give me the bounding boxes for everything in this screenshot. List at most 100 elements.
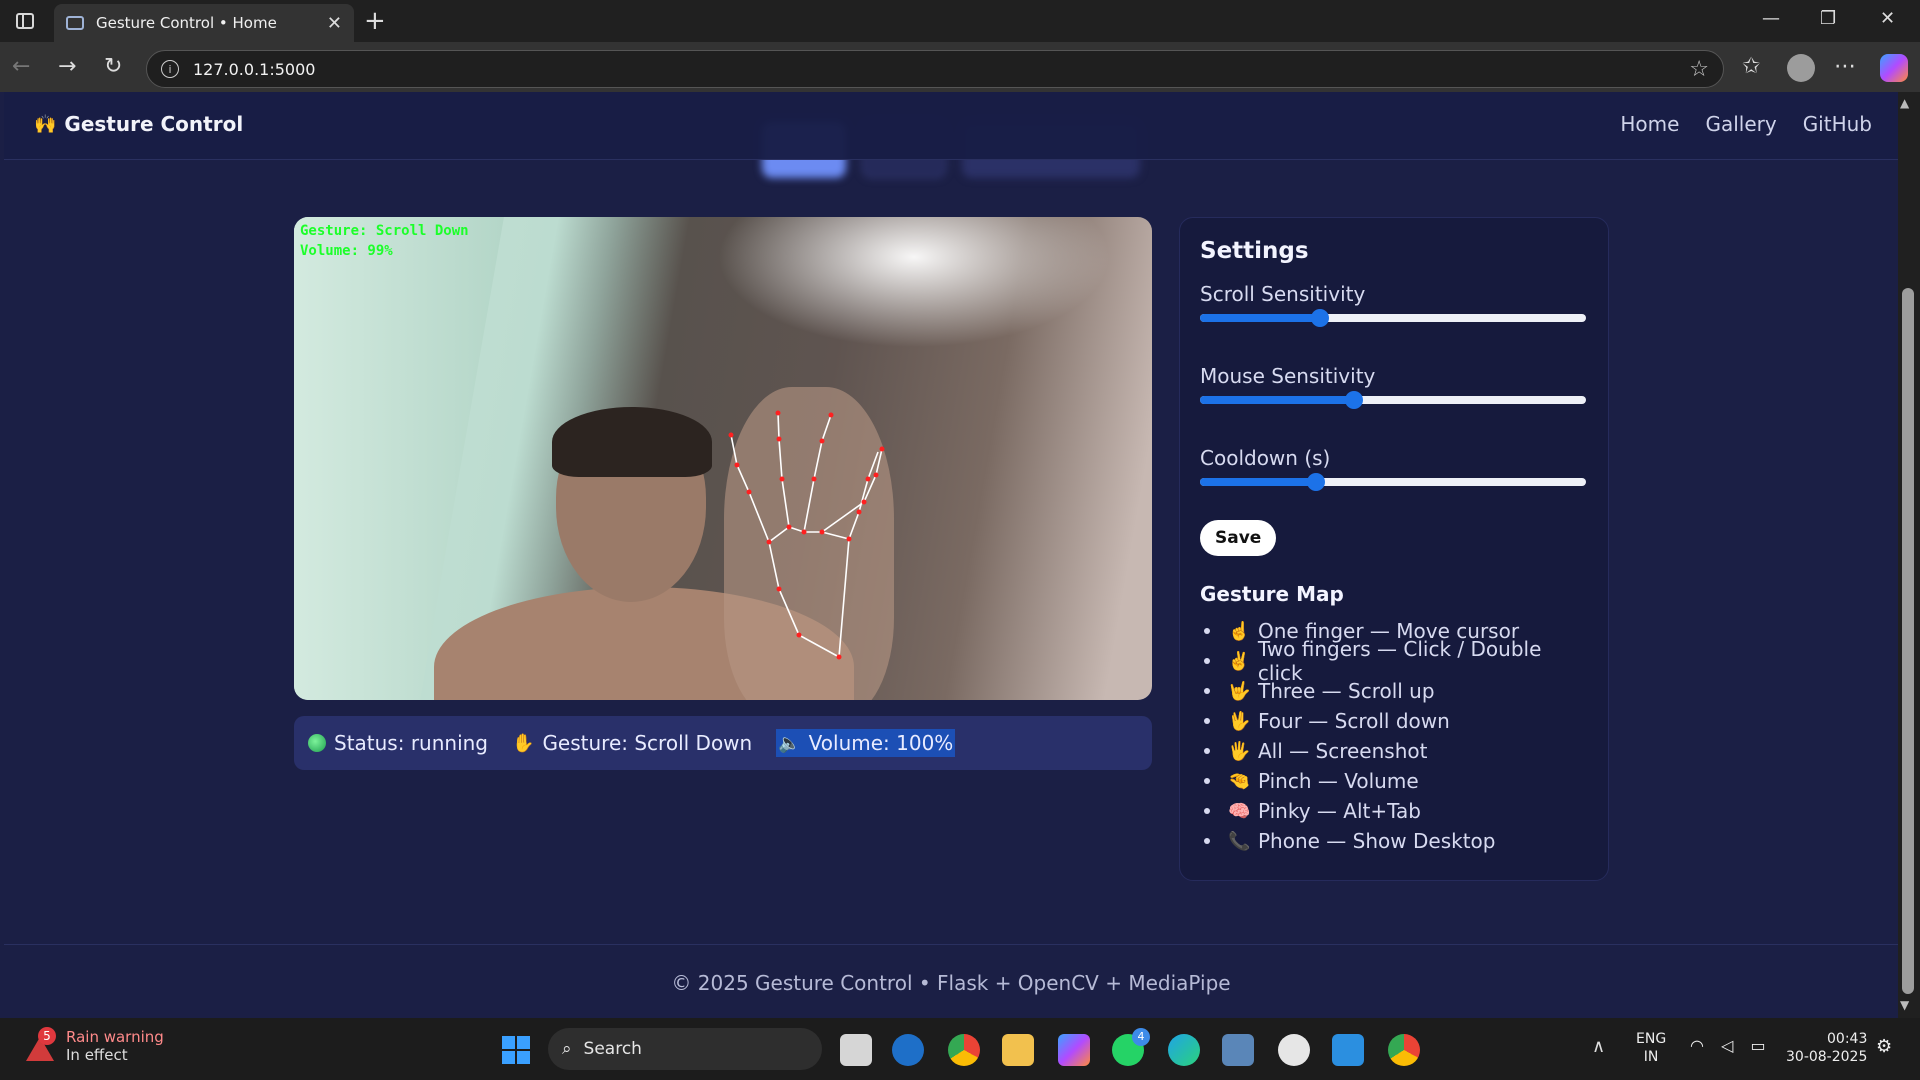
clock[interactable]: 00:43 30-08-2025 — [1786, 1030, 1867, 1066]
clock-date: 30-08-2025 — [1786, 1049, 1868, 1065]
weather-widget[interactable]: 5 Rain warning In effect — [24, 1027, 164, 1064]
page-footer: © 2025 Gesture Control • Flask + OpenCV … — [4, 944, 1898, 1018]
overlay-gesture-text: Gesture: Scroll Down — [300, 223, 469, 239]
site-info-icon[interactable]: i — [161, 60, 179, 78]
tab-close-icon[interactable]: ✕ — [327, 13, 342, 34]
nav-link-home[interactable]: Home — [1620, 112, 1679, 136]
copilot-icon[interactable] — [1880, 54, 1908, 82]
camera-feed: Gesture: Scroll Down Volume: 99% — [294, 217, 1152, 700]
raised-hand-icon: ✋ — [512, 732, 535, 754]
weather-title: Rain warning — [66, 1028, 164, 1046]
tab-actions-icon[interactable] — [0, 0, 50, 42]
slider-thumb[interactable] — [1345, 391, 1364, 409]
more-menu-icon[interactable]: ⋯ — [1834, 54, 1856, 79]
chrome-profile-icon[interactable] — [1388, 1034, 1420, 1066]
settings-title: Settings — [1200, 238, 1309, 264]
weather-count-badge: 5 — [38, 1027, 56, 1045]
minimize-icon[interactable]: — — [1762, 8, 1780, 29]
nav-link-github[interactable]: GitHub — [1803, 112, 1872, 136]
taskbar-search[interactable]: ⌕ Search — [548, 1028, 822, 1070]
scroll-up-icon[interactable]: ▲ — [1900, 96, 1909, 110]
brand[interactable]: 🙌 Gesture Control — [34, 112, 243, 136]
chrome-icon[interactable] — [948, 1034, 980, 1066]
favorite-star-icon[interactable]: ☆ — [1689, 57, 1709, 82]
hand-landmarks-overlay — [728, 410, 885, 660]
speaker-icon: 🔈 — [778, 732, 801, 754]
system-tray-icons[interactable]: ◠ ◁ ▭ — [1690, 1036, 1772, 1055]
whatsapp-badge: 4 — [1132, 1028, 1150, 1046]
gesture-map-text: Pinky — Alt+Tab — [1258, 799, 1421, 823]
restore-icon[interactable]: ❐ — [1820, 8, 1836, 29]
gesture-map-text: Pinch — Volume — [1258, 769, 1419, 793]
overlay-volume-text: Volume: 99% — [300, 243, 393, 259]
task-view-icon[interactable] — [840, 1034, 872, 1066]
phone-icon: 📞 — [1228, 830, 1251, 852]
scrollbar-thumb[interactable] — [1902, 288, 1914, 994]
warning-icon: 5 — [24, 1027, 56, 1061]
gesture-map-text: Phone — Show Desktop — [1258, 829, 1496, 853]
forward-icon[interactable]: → — [58, 54, 76, 79]
mouse-sensitivity-slider[interactable] — [1200, 391, 1586, 409]
search-label: Search — [583, 1039, 642, 1059]
brand-name: Gesture Control — [64, 112, 244, 136]
tab-title: Gesture Control • Home — [96, 14, 277, 32]
vscode-icon[interactable] — [1332, 1034, 1364, 1066]
close-window-icon[interactable]: ✕ — [1880, 8, 1895, 29]
browser-tab[interactable]: Gesture Control • Home ✕ — [54, 4, 354, 42]
settings-panel: Settings Scroll Sensitivity Mouse Sensit… — [1179, 217, 1609, 881]
nav-link-gallery[interactable]: Gallery — [1705, 112, 1776, 136]
open-hand-icon: 🖐️ — [1228, 740, 1251, 762]
raising-hands-icon: 🙌 — [34, 113, 57, 135]
list-item: 📞 Phone — Show Desktop — [1200, 826, 1588, 856]
region-code: IN — [1643, 1049, 1659, 1065]
nav-links: Home Gallery GitHub — [1620, 112, 1872, 136]
pinch-icon: 🤏 — [1228, 770, 1251, 792]
profile-avatar[interactable] — [1787, 54, 1815, 82]
terminal-icon[interactable] — [1222, 1034, 1254, 1066]
clock-time: 00:43 — [1827, 1031, 1868, 1047]
page-favicon-icon — [66, 16, 84, 30]
chevron-up-icon[interactable]: ∧ — [1592, 1036, 1605, 1057]
language-indicator[interactable]: ENG IN — [1636, 1030, 1666, 1066]
save-button[interactable]: Save — [1200, 520, 1277, 556]
gesture-map-text: All — Screenshot — [1258, 739, 1428, 763]
chatgpt-icon[interactable] — [1278, 1034, 1310, 1066]
slider-thumb[interactable] — [1310, 309, 1329, 327]
dell-icon[interactable] — [892, 1034, 924, 1066]
start-button[interactable] — [502, 1036, 530, 1064]
brain-icon: 🧠 — [1228, 800, 1251, 822]
list-item: 🖖 Four — Scroll down — [1200, 706, 1588, 736]
weather-subtitle: In effect — [66, 1046, 128, 1064]
favorites-icon[interactable]: ✩ — [1742, 54, 1760, 79]
scroll-sensitivity-slider[interactable] — [1200, 309, 1586, 327]
landmark-points — [728, 410, 885, 660]
windows-taskbar: 5 Rain warning In effect ⌕ Search 4 ∧ EN… — [0, 1018, 1920, 1080]
address-bar[interactable]: i 127.0.0.1:5000 ☆ — [146, 50, 1724, 88]
mouse-sensitivity-label: Mouse Sensitivity — [1200, 364, 1376, 388]
list-item: 🧠 Pinky — Alt+Tab — [1200, 796, 1588, 826]
new-tab-icon[interactable]: + — [364, 6, 386, 36]
page-viewport: 🙌 Gesture Control Home Gallery GitHub Ge… — [4, 92, 1898, 1018]
status-gesture: ✋ Gesture: Scroll Down — [512, 731, 752, 755]
file-explorer-icon[interactable] — [1002, 1034, 1034, 1066]
slider-fill — [1200, 314, 1320, 322]
notification-bell-icon[interactable]: ⚙ — [1876, 1036, 1892, 1057]
cooldown-label: Cooldown (s) — [1200, 446, 1331, 470]
edge-icon[interactable] — [1168, 1034, 1200, 1066]
slider-fill — [1200, 478, 1316, 486]
back-icon[interactable]: ← — [12, 54, 30, 79]
reload-icon[interactable]: ↻ — [104, 54, 122, 79]
scroll-down-icon[interactable]: ▼ — [1900, 998, 1909, 1012]
browser-toolbar: ← → ↻ i 127.0.0.1:5000 ☆ ✩ ⋯ — [0, 42, 1920, 92]
weather-text: Rain warning In effect — [66, 1028, 164, 1064]
site-navbar: 🙌 Gesture Control Home Gallery GitHub — [4, 92, 1898, 160]
gesture-map-title: Gesture Map — [1200, 582, 1344, 606]
slider-thumb[interactable] — [1306, 473, 1325, 491]
cooldown-slider[interactable] — [1200, 473, 1586, 491]
status-volume: 🔈 Volume: 100% — [776, 729, 956, 757]
one-finger-icon: ☝️ — [1228, 620, 1251, 642]
three-fingers-icon: 🤟 — [1228, 680, 1251, 702]
scroll-sensitivity-label: Scroll Sensitivity — [1200, 282, 1366, 306]
slider-fill — [1200, 396, 1355, 404]
copilot-app-icon[interactable] — [1058, 1034, 1090, 1066]
